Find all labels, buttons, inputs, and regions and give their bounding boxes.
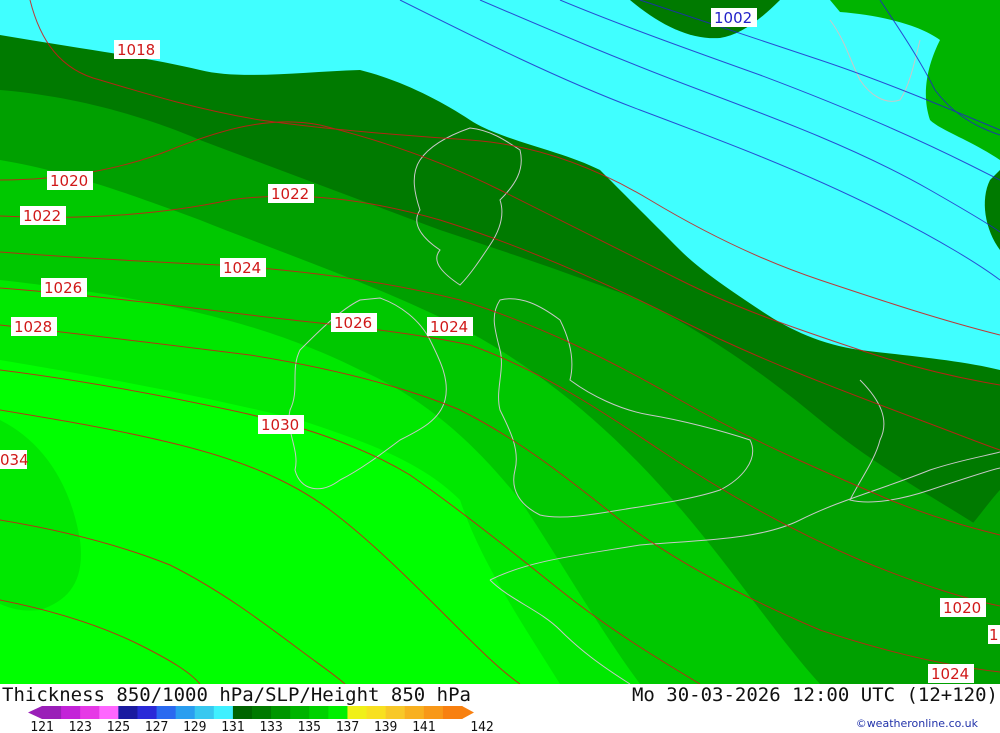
- legend-swatch: [156, 706, 177, 719]
- svg-text:1030: 1030: [261, 416, 299, 434]
- legend-tick-label: 121: [30, 720, 53, 733]
- isobar-label: 1024: [427, 317, 473, 336]
- legend-swatch: [137, 706, 158, 719]
- isobar-label: 1022: [20, 206, 66, 225]
- legend-swatch: [423, 706, 444, 719]
- isobar-label: 1028: [11, 317, 57, 336]
- isobar-label: 1: [988, 625, 1000, 644]
- svg-text:1022: 1022: [23, 207, 61, 225]
- legend-arrow-left: [28, 706, 42, 719]
- color-legend: 121 123 125 127 129 131 133 135 137 139 141 142: [28, 706, 494, 733]
- svg-text:1024: 1024: [223, 259, 261, 277]
- svg-text:034: 034: [0, 451, 29, 469]
- svg-text:1020: 1020: [50, 172, 88, 190]
- legend-swatch: [194, 706, 215, 719]
- isobar-label: 1020: [940, 598, 986, 617]
- legend-swatch: [347, 706, 368, 719]
- isobar-label: 1024: [928, 664, 974, 683]
- legend-swatch: [290, 706, 310, 719]
- legend-swatch: [385, 706, 406, 719]
- legend-swatch: [252, 706, 272, 719]
- legend-tick-label: 139: [374, 720, 397, 733]
- site-credit[interactable]: ©weatheronline.co.uk: [856, 717, 978, 730]
- legend-swatch: [366, 706, 387, 719]
- svg-text:1028: 1028: [14, 318, 52, 336]
- svg-text:1026: 1026: [334, 314, 372, 332]
- legend-swatch: [99, 706, 119, 719]
- legend-swatches: [28, 706, 474, 719]
- svg-text:1024: 1024: [430, 318, 468, 336]
- legend-tick-label: 137: [336, 720, 359, 733]
- legend-ticks: 121 123 125 127 129 131 133 135 137 139 141 142: [30, 720, 493, 733]
- legend-tick-label: 133: [259, 720, 282, 733]
- legend-tick-label: 125: [107, 720, 130, 733]
- svg-text:1024: 1024: [931, 665, 969, 683]
- legend-swatch: [309, 706, 329, 719]
- map-title: Thickness 850/1000 hPa/SLP/Height 850 hP…: [2, 684, 471, 706]
- legend-tick-label: 129: [183, 720, 206, 733]
- svg-text:1022: 1022: [271, 185, 309, 203]
- legend-tick-label: 142: [470, 720, 493, 733]
- legend-swatch: [232, 706, 253, 719]
- isobar-label: 1026: [41, 278, 87, 297]
- legend-swatch: [213, 706, 234, 719]
- svg-text:1002: 1002: [714, 9, 752, 27]
- svg-text:1026: 1026: [44, 279, 82, 297]
- legend-arrow-right: [462, 706, 474, 719]
- svg-text:1018: 1018: [117, 41, 155, 59]
- legend-tick-label: 131: [221, 720, 244, 733]
- legend-tick-label: 123: [68, 720, 91, 733]
- legend-swatch: [271, 706, 291, 719]
- svg-text:1020: 1020: [943, 599, 981, 617]
- isobar-label: 034: [0, 450, 29, 469]
- svg-text:1: 1: [989, 626, 999, 644]
- isobar-label: 1018: [114, 40, 160, 59]
- legend-tick-label: 127: [145, 720, 168, 733]
- legend-swatch: [175, 706, 196, 719]
- isobar-label: 1024: [220, 258, 266, 277]
- isobar-label: 1030: [258, 415, 304, 434]
- weather-map: 1018 1020 1022 1022 1024 1026 1028 1026: [0, 0, 1000, 684]
- legend-tick-label: 135: [298, 720, 321, 733]
- legend-swatch: [42, 706, 62, 719]
- legend-swatch: [328, 706, 348, 719]
- isobar-label: 1026: [331, 313, 377, 332]
- legend-swatch: [61, 706, 81, 719]
- isobar-label: 1022: [268, 184, 314, 203]
- isobar-label: 1020: [47, 171, 93, 190]
- legend-swatch: [118, 706, 138, 719]
- forecast-datetime: Mo 30-03-2026 12:00 UTC (12+120): [631, 684, 998, 706]
- legend-swatch: [404, 706, 425, 719]
- legend-swatch: [80, 706, 100, 719]
- isobar-label-blue: 1002: [711, 8, 757, 27]
- legend-swatch: [442, 706, 463, 719]
- legend-tick-label: 141: [412, 720, 435, 733]
